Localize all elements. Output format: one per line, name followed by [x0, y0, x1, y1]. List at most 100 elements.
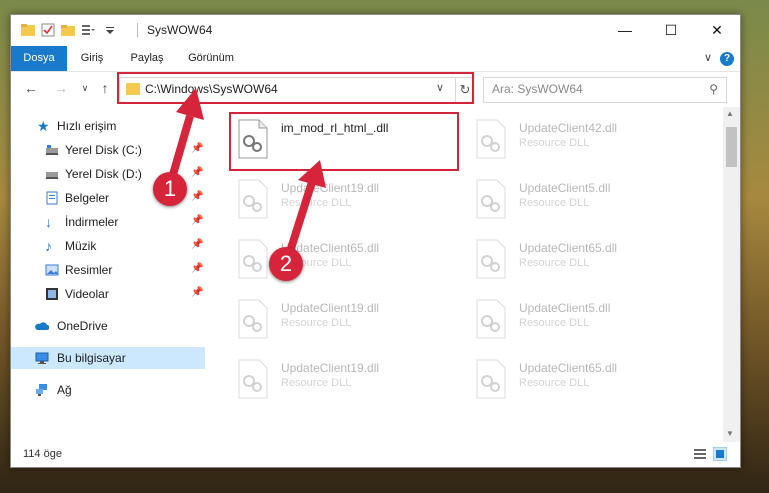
qat-dropdown-icon[interactable]	[103, 23, 117, 37]
file-name: UpdateClient5.dll	[519, 181, 611, 195]
file-type: Resource DLL	[519, 137, 590, 149]
scroll-up-icon[interactable]: ▲	[726, 109, 734, 118]
tab-share[interactable]: Paylaş	[124, 46, 170, 71]
file-name: UpdateClient19.dll	[281, 301, 380, 315]
tab-view[interactable]: Görünüm	[181, 46, 241, 71]
dll-file-icon	[476, 359, 506, 399]
cloud-icon	[35, 322, 49, 330]
search-box[interactable]: Ara: SysWOW64 ⚲	[483, 77, 727, 103]
dll-file-icon	[476, 239, 506, 279]
expand-ribbon-icon[interactable]: ∨	[704, 51, 712, 64]
sidebar-item-network[interactable]: Ağ	[11, 379, 205, 401]
forward-button[interactable]: →	[51, 78, 71, 98]
tab-file[interactable]: Dosya	[11, 46, 67, 71]
status-bar: 114 öge	[11, 442, 740, 467]
help-icon[interactable]: ?	[720, 52, 734, 66]
documents-icon	[46, 191, 58, 205]
sidebar-item-label: Müzik	[65, 239, 97, 253]
search-input[interactable]: Ara: SysWOW64	[492, 82, 583, 96]
sidebar-item-music[interactable]: ♪ Müzik 📌	[11, 235, 205, 257]
file-item[interactable]: UpdateClient19.dll Resource DLL	[233, 355, 457, 407]
drive-icon	[46, 172, 58, 179]
file-item[interactable]: UpdateClient65.dll Resource DLL	[471, 355, 695, 407]
computer-icon	[35, 352, 49, 364]
up-button[interactable]: ↑	[95, 78, 115, 98]
sidebar-item-label: Bu bilgisayar	[57, 351, 126, 365]
scroll-thumb[interactable]	[726, 127, 737, 167]
file-type: Resource DLL	[281, 377, 352, 389]
dll-file-icon	[476, 179, 506, 219]
pin-icon[interactable]: 📌	[191, 215, 203, 226]
network-icon	[36, 384, 47, 396]
music-icon: ♪	[45, 238, 52, 254]
step-badge-2: 2	[269, 247, 303, 281]
scroll-down-icon[interactable]: ▼	[726, 429, 734, 438]
step-badge-1: 1	[153, 172, 187, 206]
pin-icon[interactable]: 📌	[191, 239, 203, 250]
dll-file-icon	[238, 299, 268, 339]
sidebar-item-this-pc[interactable]: Bu bilgisayar	[11, 347, 205, 369]
file-type: Resource DLL	[281, 197, 352, 209]
file-item[interactable]: UpdateClient19.dll Resource DLL	[233, 175, 457, 227]
window-title: SysWOW64	[147, 23, 213, 37]
drive-icon	[46, 145, 58, 155]
file-type: Resource DLL	[519, 377, 590, 389]
details-view-icon[interactable]	[693, 447, 707, 461]
back-button[interactable]: ←	[21, 78, 41, 98]
window-folder-icon	[21, 24, 35, 36]
pictures-icon	[45, 264, 59, 276]
sidebar-item-label: Resimler	[65, 263, 113, 277]
videos-icon	[46, 288, 58, 300]
file-type: Resource DLL	[519, 257, 590, 269]
file-type: Resource DLL	[281, 317, 352, 329]
sidebar-item-downloads[interactable]: ↓ İndirmeler 📌	[11, 211, 205, 233]
new-folder-icon[interactable]	[61, 23, 75, 37]
sidebar-item-label: Belgeler	[65, 191, 110, 205]
sidebar-item-quick-access[interactable]: ★ Hızlı erişim	[11, 115, 205, 137]
dll-file-icon	[238, 359, 268, 399]
file-item[interactable]: UpdateClient19.dll Resource DLL	[233, 295, 457, 347]
pin-icon[interactable]: 📌	[191, 167, 203, 178]
file-item[interactable]: UpdateClient42.dll Resource DLL	[471, 115, 695, 167]
file-item[interactable]: UpdateClient65.dll Resource DLL	[233, 235, 457, 287]
file-name: UpdateClient19.dll	[281, 361, 380, 375]
file-item[interactable]: UpdateClient5.dll Resource DLL	[471, 175, 695, 227]
file-item[interactable]: UpdateClient65.dll Resource DLL	[471, 235, 695, 287]
search-icon[interactable]: ⚲	[709, 82, 718, 96]
maximize-button[interactable]: ☐	[648, 15, 694, 46]
tab-home[interactable]: Giriş	[72, 46, 112, 71]
dll-file-icon	[238, 179, 268, 219]
dll-file-icon	[476, 119, 506, 159]
sidebar-item-videos[interactable]: Videolar 📌	[11, 283, 205, 305]
tiles-view-icon[interactable]	[713, 447, 727, 461]
sidebar-item-pictures[interactable]: Resimler 📌	[11, 259, 205, 281]
dll-file-icon	[238, 239, 268, 279]
properties-icon[interactable]	[41, 23, 55, 37]
sidebar-item-disk-c[interactable]: Yerel Disk (C:) 📌	[11, 139, 205, 161]
sidebar-item-label: Hızlı erişim	[57, 119, 117, 133]
file-type: Resource DLL	[519, 317, 590, 329]
download-icon: ↓	[45, 214, 52, 230]
close-button[interactable]: ✕	[694, 15, 740, 46]
address-highlight-box	[117, 72, 474, 104]
title-bar: SysWOW64 — ☐ ✕	[11, 15, 740, 46]
vertical-scrollbar[interactable]: ▲ ▼	[723, 107, 740, 442]
pin-icon[interactable]: 📌	[191, 143, 203, 154]
pin-icon[interactable]: 📌	[191, 263, 203, 274]
minimize-button[interactable]: —	[602, 15, 648, 46]
sidebar-item-onedrive[interactable]: OneDrive	[11, 315, 205, 337]
pin-icon[interactable]: 📌	[191, 191, 203, 202]
customize-icon[interactable]	[81, 23, 95, 37]
pin-icon[interactable]: 📌	[191, 287, 203, 298]
file-name: UpdateClient5.dll	[519, 301, 611, 315]
file-highlight-box	[229, 112, 459, 171]
item-count: 114 öge	[23, 448, 62, 460]
file-name: UpdateClient65.dll	[519, 361, 618, 375]
file-item[interactable]: UpdateClient5.dll Resource DLL	[471, 295, 695, 347]
star-icon: ★	[37, 118, 50, 134]
sidebar-item-label: Yerel Disk (D:)	[65, 167, 142, 181]
file-name: UpdateClient42.dll	[519, 121, 618, 135]
recent-locations-icon[interactable]: ∨	[75, 78, 95, 98]
sidebar-item-label: OneDrive	[57, 319, 108, 333]
file-type: Resource DLL	[519, 197, 590, 209]
